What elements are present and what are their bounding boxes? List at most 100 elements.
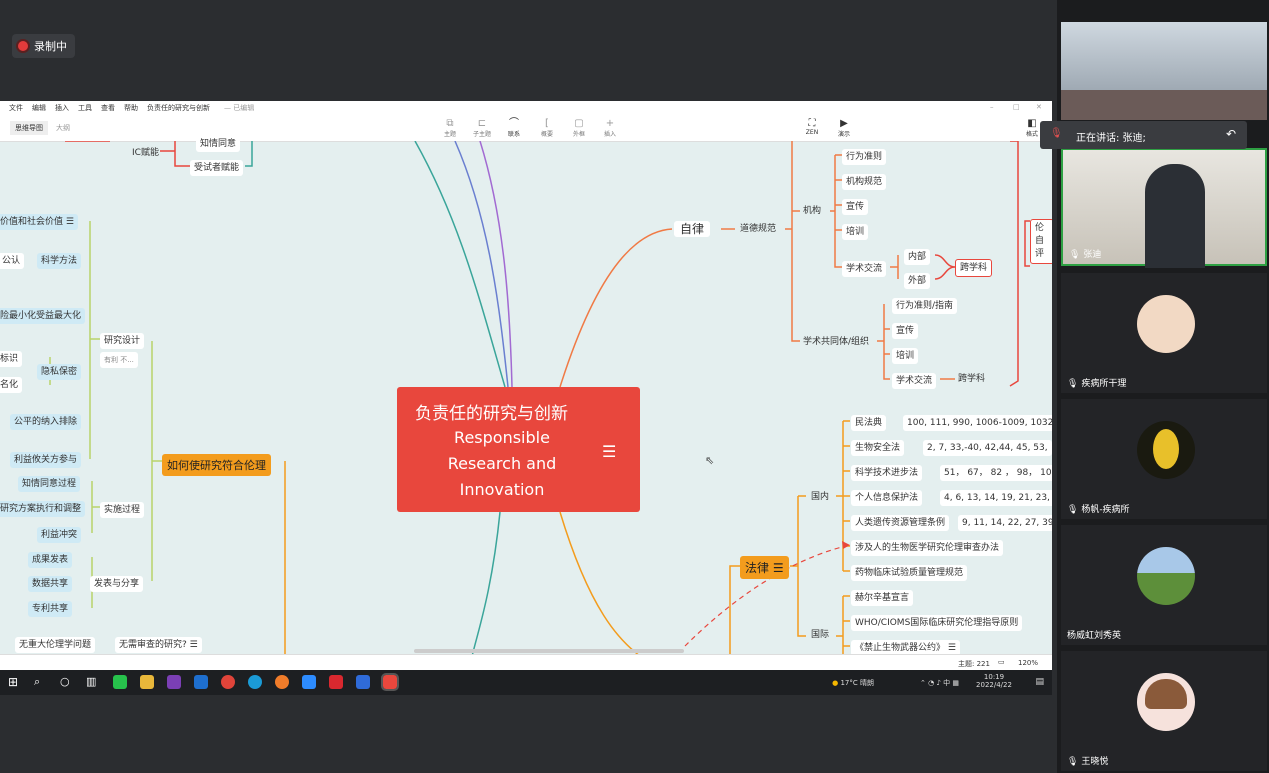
subtopic-button[interactable]: ⊏ 子主题	[470, 118, 494, 138]
node-protocol-exec[interactable]: 研究方案执行和调整	[0, 501, 86, 517]
node-external[interactable]: 外部	[904, 273, 931, 289]
node-inst-norms[interactable]: 机构规范	[842, 174, 887, 190]
participant-tile-room[interactable]	[1061, 22, 1267, 120]
node-consent-top[interactable]: 知情同意	[196, 136, 241, 152]
task-view-icon[interactable]: ▥	[86, 675, 100, 689]
node-helsinki[interactable]: 赫尔辛基宣言	[851, 590, 914, 606]
node-anonymize[interactable]: 名化	[0, 377, 23, 393]
node-design-note[interactable]: 有利 不...	[100, 352, 138, 368]
node-internal[interactable]: 内部	[904, 249, 931, 265]
node-moral-norms[interactable]: 道德规范	[740, 223, 776, 235]
boundary-button[interactable]: ▢ 外框	[567, 118, 591, 138]
node-ethics-review[interactable]: 涉及人的生物医学研究伦理审查办法	[851, 540, 1004, 556]
node-consent-process[interactable]: 知情同意过程	[18, 476, 81, 492]
node-cioms[interactable]: WHO/CIOMS国际临床研究伦理指导原则	[851, 615, 1023, 631]
xmind-icon[interactable]	[381, 673, 399, 691]
node-international[interactable]: 国际	[811, 629, 829, 641]
node-personal-info-articles[interactable]: 4, 6, 13, 14, 19, 21, 23, 26	[940, 490, 1052, 506]
menu-view[interactable]: 查看	[101, 103, 115, 113]
node-exchange-2[interactable]: 学术交流	[892, 373, 937, 389]
pitch-button[interactable]: ▶ 演示	[832, 118, 856, 138]
undo-icon[interactable]: ↶	[1226, 127, 1236, 141]
node-far-right[interactable]: 伦 自 评	[1030, 219, 1052, 264]
node-exchange[interactable]: 学术交流	[842, 261, 887, 277]
zen-button[interactable]: ⛶ ZEN	[800, 118, 824, 136]
menu-insert[interactable]: 插入	[55, 103, 69, 113]
participant-tile[interactable]: 杨威虹刘秀英	[1061, 525, 1267, 645]
node-ic-empower[interactable]: IC赋能	[132, 147, 159, 159]
edge-icon[interactable]	[248, 675, 262, 689]
node-interdisciplinary[interactable]: 跨学科	[955, 259, 993, 277]
horizontal-scrollbar[interactable]	[414, 649, 684, 653]
menu-help[interactable]: 帮助	[124, 103, 138, 113]
node-implementation[interactable]: 实施过程	[100, 502, 145, 518]
central-topic[interactable]: 负责任的研究与创新 Responsible Research and Innov…	[397, 387, 640, 512]
node-domestic[interactable]: 国内	[811, 491, 829, 503]
notes-icon[interactable]: ☰	[602, 442, 616, 461]
notification-icon[interactable]: ▤	[1035, 677, 1044, 687]
clock[interactable]: 10:19 2022/4/22	[974, 673, 1014, 689]
chrome-icon[interactable]	[221, 675, 235, 689]
node-research-design[interactable]: 研究设计	[100, 333, 145, 349]
node-publish-share[interactable]: 发表与分享	[90, 576, 144, 592]
zoom-level[interactable]: 120%	[1018, 659, 1038, 667]
node-sci-tech-articles[interactable]: 51， 67， 82 ， 98， 103	[940, 465, 1052, 481]
node-promotion[interactable]: 宣传	[842, 199, 869, 215]
node-civil-articles[interactable]: 100, 111, 990, 1006-1009, 1032-103	[903, 415, 1052, 431]
recording-indicator[interactable]: 录制中	[12, 34, 75, 58]
tray-icons[interactable]: ⌃ ◔ ♪ 中 ▦	[920, 678, 959, 688]
node-privacy[interactable]: 隐私保密	[37, 364, 82, 380]
node-data-sharing[interactable]: 数据共享	[28, 576, 73, 592]
maximize-icon[interactable]: □	[1013, 103, 1020, 111]
node-subject-empower[interactable]: 受试者赋能	[190, 160, 244, 176]
node-genetic[interactable]: 人类遗传资源管理条例	[851, 515, 950, 531]
relationship-button[interactable]: ⌒ 联系	[502, 118, 526, 138]
node-training[interactable]: 培训	[842, 224, 869, 240]
node-training-2[interactable]: 培训	[892, 348, 919, 364]
ime-indicator[interactable]: 中	[943, 679, 950, 687]
app-red-icon[interactable]	[329, 675, 343, 689]
menu-tools[interactable]: 工具	[78, 103, 92, 113]
outlook-icon[interactable]	[194, 675, 208, 689]
weather-widget[interactable]: ● 17°C 晴朗	[832, 678, 874, 688]
whiteboard-icon[interactable]	[356, 675, 370, 689]
summary-button[interactable]: [概要	[535, 118, 559, 138]
node-personal-info[interactable]: 个人信息保护法	[851, 490, 923, 506]
mindmap-canvas[interactable]: 知情同意 IC赋能 受试者赋能 价值和社会价值 ☰ 公认 科学方法 险最小化受益…	[0, 136, 1052, 670]
menu-edit[interactable]: 编辑	[32, 103, 46, 113]
node-no-major[interactable]: 无重大伦理学问题	[15, 637, 96, 653]
node-no-review[interactable]: 无需审查的研究? ☰	[115, 637, 202, 653]
participant-tile[interactable]: 🎙 疾病所干理	[1061, 273, 1267, 393]
node-gcp[interactable]: 药物临床试验质量管理规范	[851, 565, 968, 581]
node-biosecurity[interactable]: 生物安全法	[851, 440, 905, 456]
node-recognized[interactable]: 公认	[0, 253, 25, 269]
onenote-icon[interactable]	[167, 675, 181, 689]
start-icon[interactable]: ⊞	[8, 675, 22, 689]
node-self-discipline[interactable]: 自律	[674, 221, 711, 237]
node-law[interactable]: 法律 ☰	[740, 556, 789, 579]
node-conflict[interactable]: 利益冲突	[37, 527, 82, 543]
firefox-icon[interactable]	[275, 675, 289, 689]
search-icon[interactable]: ⌕	[34, 675, 48, 689]
menu-file[interactable]: 文件	[9, 103, 23, 113]
node-identifier[interactable]: 标识	[0, 351, 23, 367]
topic-button[interactable]: ⧉ 主题	[438, 118, 462, 138]
cortana-icon[interactable]: ○	[60, 675, 74, 689]
node-sci-tech[interactable]: 科学技术进步法	[851, 465, 923, 481]
file-explorer-icon[interactable]	[140, 675, 154, 689]
node-ethics-main[interactable]: 如何使研究符合伦理	[162, 454, 271, 476]
map-overview-icon[interactable]: ▭	[998, 658, 1005, 666]
participant-tile[interactable]: 🎙 王晓悦	[1061, 651, 1267, 771]
wechat-icon[interactable]	[113, 675, 127, 689]
node-biosecurity-articles[interactable]: 2, 7, 33,-40, 42,44, 45, 53,	[923, 440, 1052, 456]
node-fair-inclusion[interactable]: 公平的纳入排除	[10, 414, 82, 430]
node-scientific-method[interactable]: 科学方法	[37, 253, 82, 269]
node-code-conduct[interactable]: 行为准则	[842, 149, 887, 165]
video-meeting-icon[interactable]	[302, 675, 316, 689]
tab-outline[interactable]: 大纲	[56, 123, 70, 133]
participant-tile[interactable]: 🎙 杨帆-疾病所	[1061, 399, 1267, 519]
node-promotion-2[interactable]: 宣传	[892, 323, 919, 339]
node-social-value[interactable]: 价值和社会价值 ☰	[0, 214, 78, 230]
tab-mindmap[interactable]: 思维导图	[10, 121, 48, 135]
insert-button[interactable]: + 插入	[598, 118, 622, 138]
